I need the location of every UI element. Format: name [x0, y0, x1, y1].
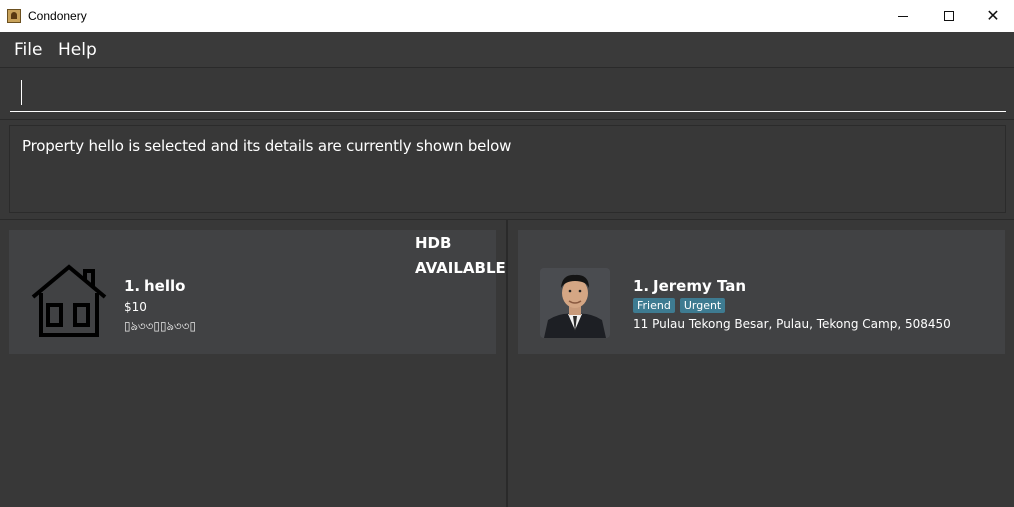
- command-input[interactable]: [10, 76, 1006, 112]
- window-title: Condonery: [28, 9, 87, 23]
- maximize-icon: [944, 11, 954, 21]
- person-card[interactable]: 1. Jeremy Tan Friend Urgent 11 Pulau Tek…: [518, 230, 1005, 354]
- minimize-icon: [898, 15, 908, 17]
- property-index: 1.: [124, 277, 141, 295]
- minimize-button[interactable]: [880, 0, 926, 32]
- menu-help[interactable]: Help: [58, 40, 97, 60]
- command-box: [0, 68, 1014, 120]
- property-name: hello: [144, 277, 186, 295]
- avatar: [540, 268, 610, 338]
- menu-bar: File Help: [0, 32, 1014, 68]
- tag-friend: Friend: [633, 298, 675, 313]
- menu-file[interactable]: File: [14, 40, 42, 60]
- title-bar: Condonery ✕: [0, 0, 1014, 32]
- person-address: 11 Pulau Tekong Besar, Pulau, Tekong Cam…: [633, 317, 951, 331]
- property-price: $10: [124, 300, 147, 314]
- property-type: HDB: [415, 234, 452, 252]
- text-caret: [21, 80, 22, 105]
- tag-urgent: Urgent: [679, 298, 726, 313]
- app-icon: [7, 9, 21, 23]
- property-tags-text: ▯ঌ৩৩▯▯ঌ৩৩▯: [124, 319, 197, 333]
- person-tags: Friend Urgent: [633, 298, 726, 313]
- close-button[interactable]: ✕: [970, 0, 1014, 32]
- person-index: 1.: [633, 277, 650, 295]
- maximize-button[interactable]: [926, 0, 972, 32]
- house-icon: [31, 264, 107, 337]
- property-status: AVAILABLE: [415, 259, 506, 277]
- result-message: Property hello is selected and its detai…: [22, 137, 512, 155]
- close-icon: ✕: [986, 6, 1000, 25]
- list-divider[interactable]: [506, 220, 508, 507]
- result-display-panel: Property hello is selected and its detai…: [0, 120, 1014, 220]
- result-display: Property hello is selected and its detai…: [9, 125, 1006, 213]
- property-card[interactable]: 1. hello $10 ▯ঌ৩৩▯▯ঌ৩৩▯ HDB AVAILABLE: [9, 230, 506, 354]
- person-name: Jeremy Tan: [653, 277, 747, 295]
